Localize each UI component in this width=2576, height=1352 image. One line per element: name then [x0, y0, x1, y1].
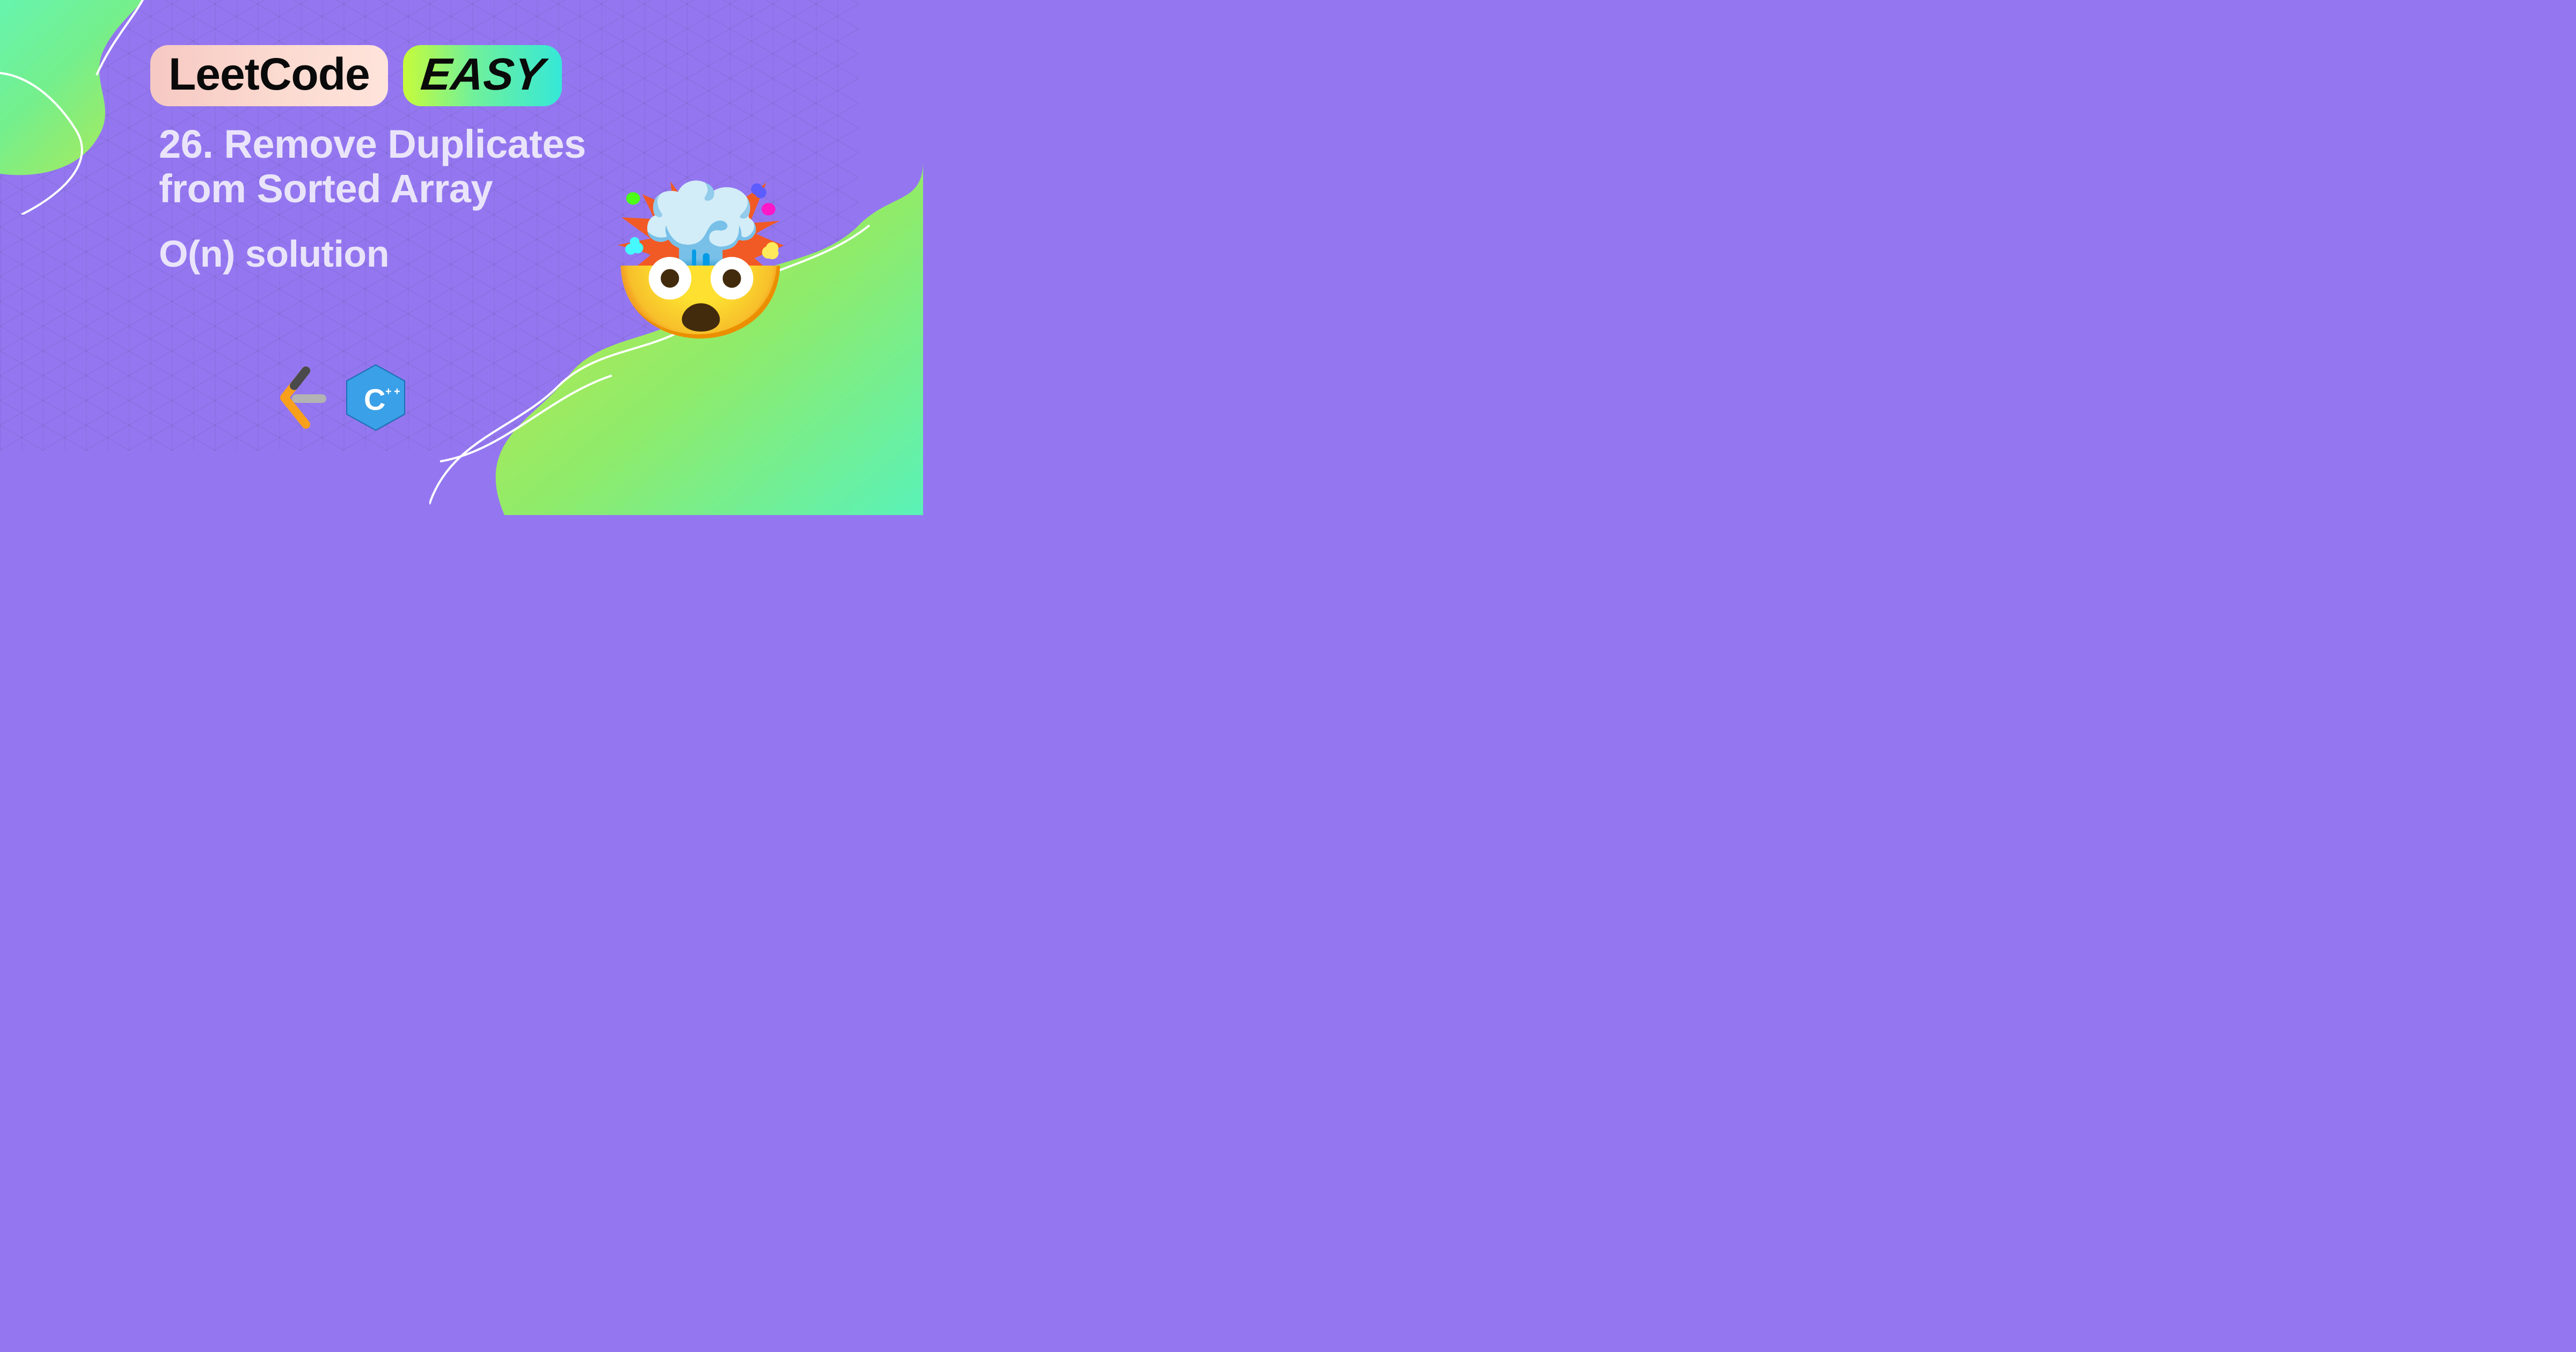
leetcode-logo-icon	[268, 365, 327, 430]
complexity-subtitle: O(n) solution	[159, 233, 586, 275]
main-text: 26. Remove Duplicates from Sorted Array …	[159, 122, 586, 275]
leetcode-badge: LeetCode	[150, 45, 388, 106]
title-line-2: from Sorted Array	[159, 167, 586, 211]
easy-badge: EASY	[403, 45, 562, 106]
svg-text:+: +	[385, 386, 392, 398]
badge-row: LeetCode EASY	[150, 45, 562, 106]
svg-text:C: C	[364, 383, 385, 416]
mind-blown-emoji: 🤯	[607, 188, 794, 338]
easy-badge-text: EASY	[419, 52, 546, 97]
svg-text:+: +	[394, 386, 400, 398]
logo-row: C + +	[268, 363, 408, 432]
cpp-logo-icon: C + +	[343, 363, 408, 432]
title-line-1: 26. Remove Duplicates	[159, 122, 586, 167]
